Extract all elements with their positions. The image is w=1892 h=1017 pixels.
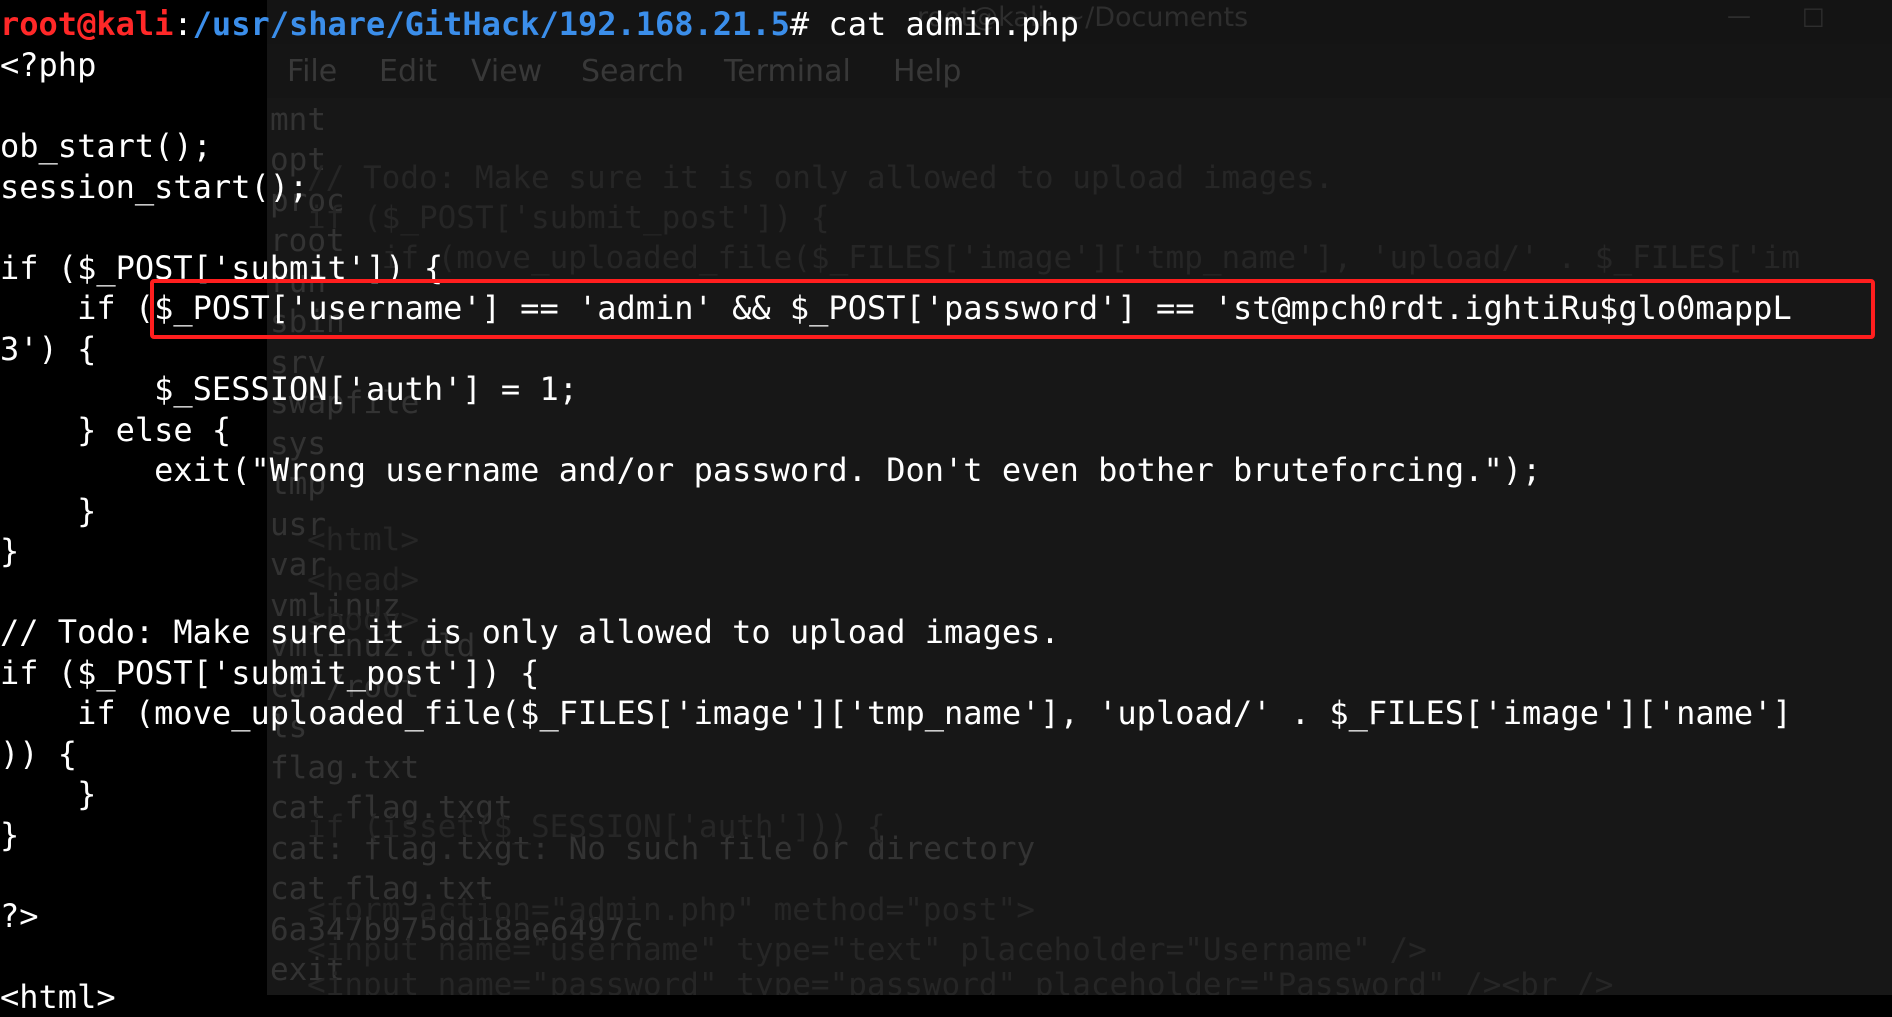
command-text: cat admin.php	[828, 5, 1079, 43]
code-line: <?php	[0, 46, 97, 84]
prompt-line: root@kali:/usr/share/GitHack/192.168.21.…	[0, 4, 1079, 44]
code-line: if (move_uploaded_file($_FILES['image'][…	[0, 694, 1792, 732]
code-line: }	[0, 816, 20, 854]
code-line: $_SESSION['auth'] = 1;	[0, 370, 578, 408]
prompt-user: root@kali	[0, 5, 174, 43]
credential-highlight-box	[150, 279, 1875, 339]
prompt-separator: :	[173, 5, 193, 43]
code-line: if ($_POST['submit_post']) {	[0, 654, 540, 692]
code-line: )) {	[0, 735, 78, 773]
code-line: 3') {	[0, 330, 97, 368]
code-line: }	[0, 775, 97, 813]
code-line: }	[0, 532, 20, 570]
code-line: <html>	[0, 978, 116, 1016]
code-line: }	[0, 492, 97, 530]
code-line: // Todo: Make sure it is only allowed to…	[0, 613, 1060, 651]
code-line: } else {	[0, 411, 232, 449]
foreground-terminal[interactable]: root@kali:/usr/share/GitHack/192.168.21.…	[0, 0, 1892, 1016]
code-line: exit("Wrong username and/or password. Do…	[0, 451, 1542, 489]
code-line: ?>	[0, 897, 39, 935]
code-line: session_start();	[0, 168, 309, 206]
prompt-symbol: #	[789, 5, 829, 43]
code-line: ob_start();	[0, 127, 212, 165]
prompt-path: /usr/share/GitHack/192.168.21.5	[192, 5, 790, 43]
